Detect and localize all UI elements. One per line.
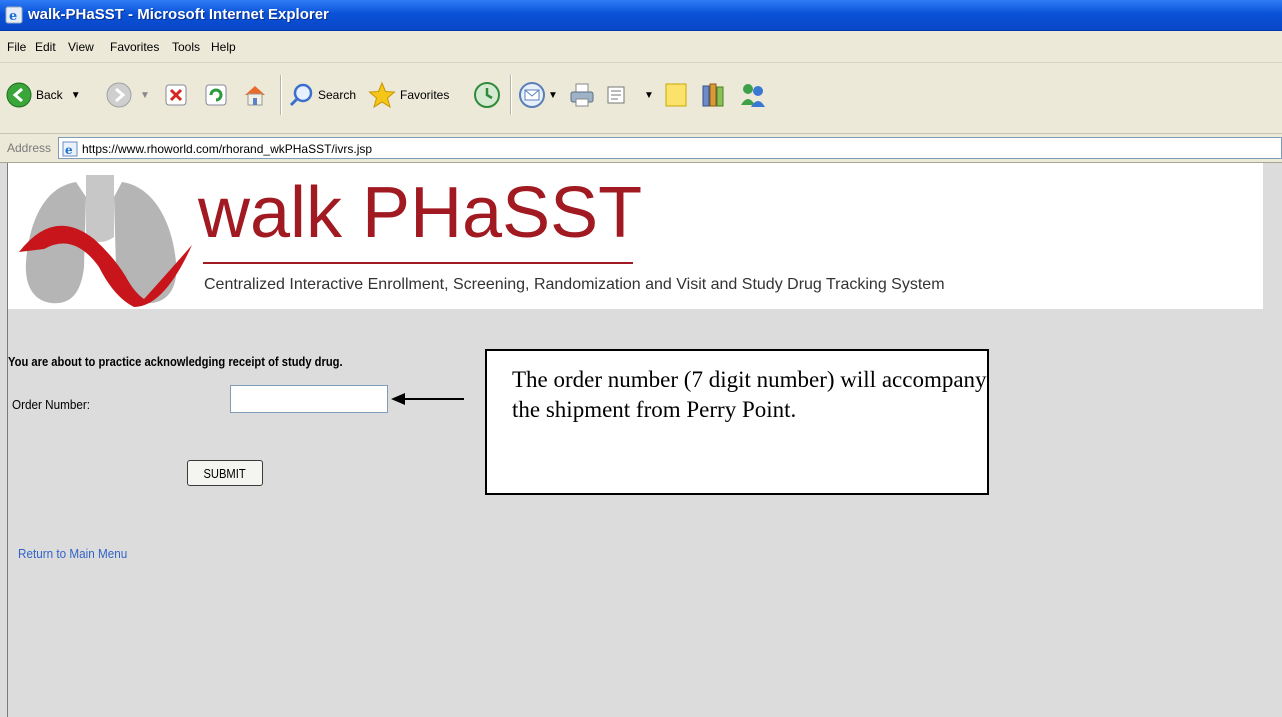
history-button[interactable] bbox=[473, 75, 501, 115]
back-label: Back bbox=[36, 88, 63, 102]
menu-view[interactable]: View bbox=[68, 40, 94, 54]
address-bar: Address e https://www.rhoworld.com/rhora… bbox=[0, 134, 1282, 163]
address-label: Address bbox=[7, 141, 52, 155]
mail-icon bbox=[519, 82, 545, 108]
callout-arrow-icon bbox=[391, 393, 464, 405]
toolbar-separator bbox=[280, 75, 282, 115]
svg-text:e: e bbox=[65, 143, 73, 157]
sticky-note-icon bbox=[665, 83, 687, 107]
favorites-label: Favorites bbox=[400, 88, 450, 102]
print-button[interactable] bbox=[568, 75, 596, 115]
menu-edit[interactable]: Edit bbox=[35, 40, 56, 54]
lungs-logo-icon bbox=[19, 175, 192, 307]
site-banner: walk PHaSST Centralized Interactive Enro… bbox=[8, 163, 1263, 309]
edit-document-icon bbox=[607, 86, 625, 104]
menu-bar: File Edit View Favorites Tools Help bbox=[0, 31, 1282, 63]
stop-button[interactable] bbox=[164, 75, 188, 115]
menu-tools[interactable]: Tools bbox=[172, 40, 200, 54]
submit-button[interactable]: SUBMIT bbox=[187, 460, 263, 486]
search-button[interactable]: Search bbox=[288, 75, 356, 115]
favorites-star-icon bbox=[368, 81, 396, 109]
window-title: walk-PHaSST - Microsoft Internet Explore… bbox=[28, 6, 329, 23]
return-main-menu-link[interactable]: Return to Main Menu bbox=[18, 546, 127, 561]
page-content: walk PHaSST Centralized Interactive Enro… bbox=[7, 163, 1282, 717]
refresh-icon bbox=[205, 84, 227, 106]
address-url: https://www.rhoworld.com/rhorand_wkPHaSS… bbox=[82, 142, 373, 156]
edit-dropdown-icon[interactable]: ▼ bbox=[644, 90, 654, 101]
forward-arrow-icon bbox=[106, 82, 132, 108]
submit-label: SUBMIT bbox=[203, 465, 247, 481]
forward-button[interactable]: ▼ bbox=[106, 75, 150, 115]
messenger-people-icon bbox=[741, 84, 765, 107]
order-number-input[interactable] bbox=[230, 385, 388, 413]
banner-subtitle: Centralized Interactive Enrollment, Scre… bbox=[204, 276, 945, 293]
back-arrow-icon bbox=[6, 82, 32, 108]
callout-text: The order number (7 digit number) will a… bbox=[512, 367, 987, 422]
edit-button[interactable]: ▼ bbox=[606, 75, 654, 115]
back-dropdown-icon[interactable]: ▼ bbox=[71, 90, 81, 101]
stop-icon bbox=[165, 84, 187, 106]
menu-favorites[interactable]: Favorites bbox=[110, 40, 159, 54]
toolbar: Back ▼ ▼ Search Favorites ▼ ▼ bbox=[0, 63, 1282, 134]
form-prompt: You are about to practice acknowledging … bbox=[8, 354, 343, 369]
menu-help[interactable]: Help bbox=[211, 40, 236, 54]
page-icon: e bbox=[62, 141, 78, 157]
printer-icon bbox=[570, 83, 594, 107]
refresh-button[interactable] bbox=[204, 75, 228, 115]
search-icon bbox=[289, 83, 313, 107]
back-button[interactable]: Back ▼ bbox=[6, 75, 81, 115]
search-label: Search bbox=[318, 88, 357, 102]
mail-dropdown-icon[interactable]: ▼ bbox=[548, 90, 558, 101]
mail-button[interactable]: ▼ bbox=[518, 75, 558, 115]
svg-text:e: e bbox=[9, 9, 17, 24]
research-books-icon bbox=[702, 83, 724, 107]
discuss-button[interactable] bbox=[664, 75, 688, 115]
history-icon bbox=[474, 82, 500, 108]
banner-divider bbox=[203, 262, 633, 264]
banner-title: walk PHaSST bbox=[198, 173, 643, 253]
menu-file[interactable]: File bbox=[7, 40, 26, 54]
window-title-bar[interactable]: e walk-PHaSST - Microsoft Internet Explo… bbox=[0, 0, 1282, 31]
research-button[interactable] bbox=[700, 75, 728, 115]
home-button[interactable] bbox=[242, 75, 268, 115]
toolbar-separator bbox=[510, 75, 512, 115]
home-icon bbox=[245, 86, 265, 106]
callout-box: The order number (7 digit number) will a… bbox=[485, 349, 989, 495]
messenger-button[interactable] bbox=[738, 75, 768, 115]
forward-dropdown-icon[interactable]: ▼ bbox=[140, 90, 150, 101]
favorites-button[interactable]: Favorites bbox=[368, 75, 449, 115]
ie-icon: e bbox=[5, 6, 23, 24]
address-input[interactable]: e https://www.rhoworld.com/rhorand_wkPHa… bbox=[58, 137, 1282, 159]
order-number-label: Order Number: bbox=[12, 397, 91, 412]
